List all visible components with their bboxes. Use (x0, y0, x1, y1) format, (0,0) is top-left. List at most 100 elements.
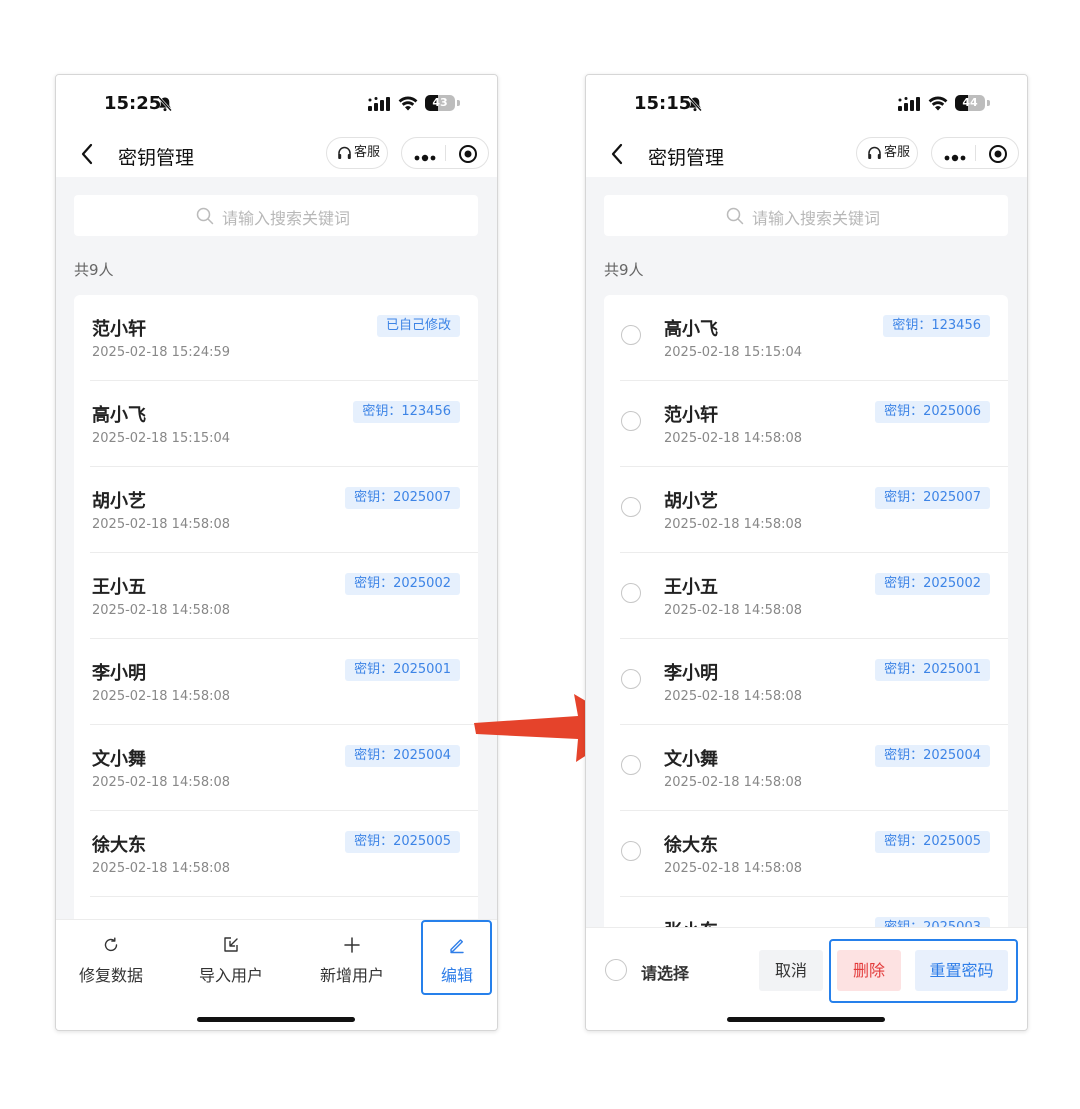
list-item[interactable]: 王小五 2025-02-18 14:58:08 密钥：2025002 (74, 553, 478, 639)
user-name: 文小舞 (664, 749, 718, 770)
miniprogram-capsule (401, 137, 489, 169)
row-checkbox[interactable] (621, 411, 641, 431)
select-all-checkbox[interactable] (605, 959, 627, 981)
list-item[interactable]: 范小轩 2025-02-18 14:58:08 密钥：2025006 (604, 381, 1008, 467)
wifi-icon (928, 95, 948, 115)
status-time: 15:15 (634, 93, 692, 114)
refresh-icon (104, 937, 118, 952)
row-checkbox[interactable] (621, 583, 641, 603)
key-tag: 密钥：123456 (883, 315, 990, 337)
bell-muted-icon (687, 96, 703, 116)
headset-icon (868, 146, 881, 159)
cancel-button[interactable]: 取消 (759, 950, 823, 991)
user-name: 胡小艺 (92, 491, 146, 512)
key-tag: 密钥：2025005 (875, 831, 990, 853)
battery-level: 43 (432, 96, 448, 109)
list-item[interactable]: 高小飞 2025-02-18 15:15:04 密钥：123456 (74, 381, 478, 467)
plus-icon (344, 937, 360, 953)
user-date: 2025-02-18 14:58:08 (664, 775, 803, 790)
cellular-signal-icon (898, 96, 922, 115)
user-date: 2025-02-18 15:15:04 (664, 345, 803, 360)
user-name: 范小轩 (92, 319, 146, 340)
list-item[interactable]: 文小舞 2025-02-18 14:58:08 密钥：2025004 (604, 725, 1008, 811)
edit-highlight-box (421, 920, 492, 995)
key-tag: 密钥：2025001 (345, 659, 460, 681)
home-indicator (197, 1017, 355, 1022)
row-checkbox[interactable] (621, 497, 641, 517)
user-date: 2025-02-18 14:58:08 (92, 603, 231, 618)
user-name: 胡小艺 (664, 491, 718, 512)
page-title: 密钥管理 (118, 147, 195, 169)
user-name: 范小轩 (664, 405, 718, 426)
user-date: 2025-02-18 14:58:08 (92, 517, 231, 532)
user-name: 徐大东 (664, 835, 718, 856)
cellular-signal-icon (368, 96, 392, 115)
miniprogram-capsule (931, 137, 1019, 169)
import-users-button[interactable]: 导入用户 (186, 936, 276, 992)
user-name: 文小舞 (92, 749, 146, 770)
user-date: 2025-02-18 14:58:08 (92, 861, 231, 876)
customer-service-button[interactable]: 客服 (856, 137, 918, 169)
list-item[interactable]: 李小明 2025-02-18 14:58:08 密钥：2025001 (74, 639, 478, 725)
user-name: 李小明 (92, 663, 146, 684)
user-date: 2025-02-18 14:58:08 (664, 603, 803, 618)
back-chevron-icon[interactable] (610, 143, 624, 169)
list-item[interactable]: 李小明 2025-02-18 14:58:08 密钥：2025001 (604, 639, 1008, 725)
close-target-icon[interactable] (458, 144, 478, 168)
list-item[interactable]: 范小轩 2025-02-18 15:24:59 已自己修改 (74, 295, 478, 381)
user-date: 2025-02-18 14:58:08 (92, 689, 231, 704)
battery-level: 44 (962, 96, 978, 109)
user-list: 高小飞 2025-02-18 15:15:04 密钥：123456 范小轩 20… (604, 295, 1008, 985)
status-bar: 15:15 44 (586, 75, 1027, 131)
row-checkbox[interactable] (621, 755, 641, 775)
select-all-label: 请选择 (641, 964, 690, 983)
user-name: 徐大东 (92, 835, 146, 856)
customer-service-button[interactable]: 客服 (326, 137, 388, 169)
list-item[interactable]: 王小五 2025-02-18 14:58:08 密钥：2025002 (604, 553, 1008, 639)
search-input[interactable]: 请输入搜索关键词 (604, 195, 1008, 236)
add-user-button[interactable]: 新增用户 (307, 936, 397, 992)
import-users-label: 导入用户 (198, 966, 263, 985)
list-item[interactable]: 徐大东 2025-02-18 14:58:08 密钥：2025005 (74, 811, 478, 897)
search-placeholder: 请输入搜索关键词 (752, 209, 881, 228)
key-tag: 密钥：2025002 (345, 573, 460, 595)
key-tag: 密钥：2025002 (875, 573, 990, 595)
close-target-icon[interactable] (988, 144, 1008, 168)
search-icon (726, 207, 744, 225)
repair-data-button[interactable]: 修复数据 (66, 936, 156, 992)
row-checkbox[interactable] (621, 669, 641, 689)
add-user-label: 新增用户 (319, 966, 384, 985)
user-date: 2025-02-18 14:58:08 (92, 775, 231, 790)
more-dots-icon[interactable] (944, 148, 966, 167)
status-bar: 15:25 43 (56, 75, 497, 131)
more-dots-icon[interactable] (414, 148, 436, 167)
list-item[interactable]: 胡小艺 2025-02-18 14:58:08 密钥：2025007 (604, 467, 1008, 553)
row-checkbox[interactable] (621, 841, 641, 861)
key-tag: 密钥：2025007 (345, 487, 460, 509)
phone-screen-before: 15:25 43 密钥管理 客服 请输入搜索关键词 共9人 范小轩 2025-0… (55, 74, 498, 1031)
repair-data-label: 修复数据 (78, 966, 143, 985)
user-name: 李小明 (664, 663, 718, 684)
row-checkbox[interactable] (621, 325, 641, 345)
list-item[interactable]: 胡小艺 2025-02-18 14:58:08 密钥：2025007 (74, 467, 478, 553)
key-tag: 密钥：2025005 (345, 831, 460, 853)
bottom-toolbar: 修复数据 导入用户 新增用户 编辑 (56, 919, 497, 1030)
navigation-bar: 密钥管理 客服 (56, 131, 497, 177)
back-chevron-icon[interactable] (80, 143, 94, 169)
search-input[interactable]: 请输入搜索关键词 (74, 195, 478, 236)
key-tag: 密钥：2025006 (875, 401, 990, 423)
list-item[interactable]: 徐大东 2025-02-18 14:58:08 密钥：2025005 (604, 811, 1008, 897)
user-name: 高小飞 (92, 405, 146, 426)
import-icon (224, 937, 238, 952)
total-count: 共9人 (604, 261, 644, 279)
headset-icon (338, 146, 351, 159)
page-title: 密钥管理 (648, 147, 725, 169)
user-name: 高小飞 (664, 319, 718, 340)
total-count: 共9人 (74, 261, 114, 279)
user-date: 2025-02-18 14:58:08 (664, 517, 803, 532)
phone-screen-after: 15:15 44 密钥管理 客服 请输入搜索关键词 共9人 高小飞 2025-0… (585, 74, 1028, 1031)
list-item[interactable]: 文小舞 2025-02-18 14:58:08 密钥：2025004 (74, 725, 478, 811)
list-item[interactable]: 高小飞 2025-02-18 15:15:04 密钥：123456 (604, 295, 1008, 381)
key-tag: 密钥：2025004 (345, 745, 460, 767)
battery-icon: 44 (955, 95, 985, 111)
